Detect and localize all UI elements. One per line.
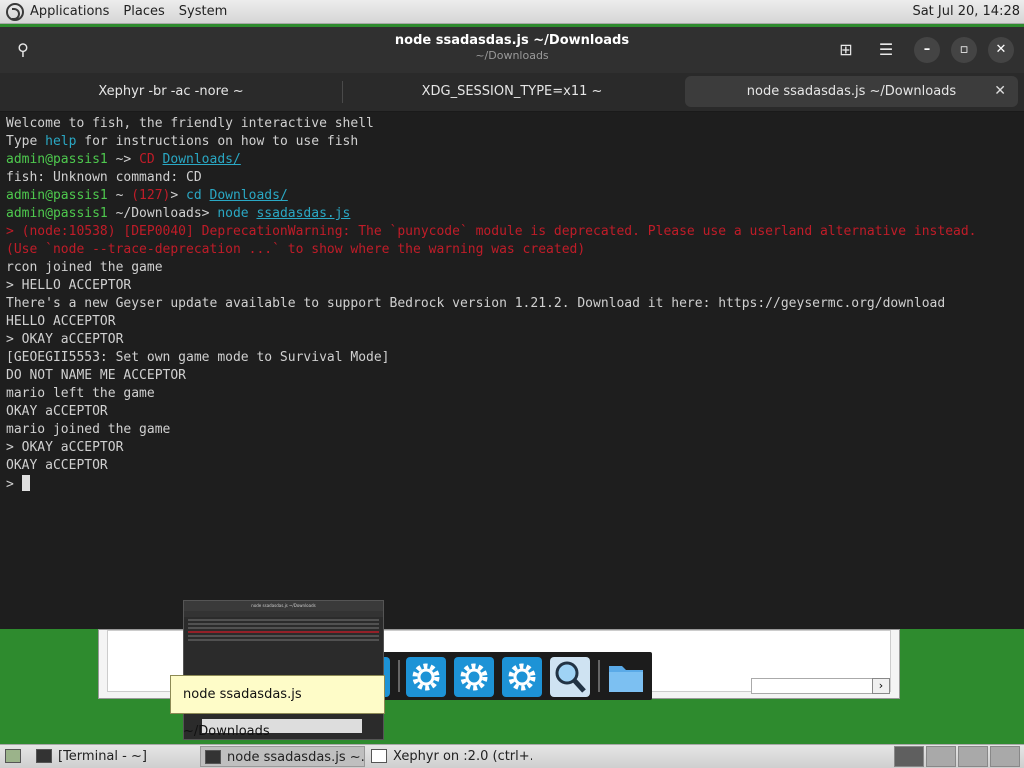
terminal-output[interactable]: Welcome to fish, the friendly interactiv… — [0, 112, 1024, 629]
output-line: fish: Unknown command: CD — [6, 170, 202, 185]
tab-label: XDG_SESSION_TYPE=x11 ~ — [421, 84, 603, 99]
output-line: > OKAY aCCEPTOR — [6, 332, 124, 347]
output-line: Welcome to fish, the friendly interactiv… — [6, 116, 374, 131]
task-label: node ssadasdas.js ~... — [227, 750, 365, 765]
preview-line — [188, 639, 379, 641]
taskbar-tooltip: node ssadasdas.js ~/Downloads — [170, 675, 385, 739]
terminal-icon — [205, 750, 221, 764]
preview-line — [188, 631, 379, 633]
gear-icon[interactable] — [406, 657, 446, 697]
tab-bar: Xephyr -br -ac -nore ~ XDG_SESSION_TYPE=… — [0, 73, 1024, 112]
prompt-line: admin@passis1 ~ (127)> cd Downloads/ — [6, 188, 288, 203]
task-terminal[interactable]: [Terminal - ~] — [32, 746, 197, 767]
tab-label: Xephyr -br -ac -nore ~ — [98, 84, 244, 99]
task-label: Xephyr on :2.0 (ctrl+... — [393, 749, 532, 764]
output-line: HELLO ACCEPTOR — [6, 314, 116, 329]
desktop-icon — [5, 749, 21, 763]
text-cursor — [21, 475, 30, 491]
preview-line — [188, 635, 379, 637]
dock — [372, 652, 652, 700]
menu-system[interactable]: System — [179, 2, 227, 22]
preview-line — [188, 619, 379, 621]
minimize-button[interactable]: – — [914, 37, 940, 63]
workspace-4[interactable] — [990, 746, 1020, 767]
top-panel: Applications Places System Sat Jul 20, 1… — [0, 0, 1024, 24]
preview-line — [188, 623, 379, 625]
window-title: node ssadasdas.js ~/Downloads — [394, 33, 630, 48]
new-tab-icon[interactable]: ⊞ — [833, 37, 859, 63]
window-subtitle: ~/Downloads — [475, 49, 549, 62]
folder-icon[interactable] — [606, 657, 646, 697]
preview-tabs — [184, 611, 383, 617]
task-node[interactable]: node ssadasdas.js ~... — [200, 746, 365, 767]
terminal-window: ⚲ node ssadasdas.js ~/Downloads ~/Downlo… — [0, 27, 1024, 629]
task-label: [Terminal - ~] — [58, 749, 147, 764]
gear-icon[interactable] — [454, 657, 494, 697]
output-line: There's a new Geyser update available to… — [6, 296, 946, 311]
distro-logo-icon[interactable] — [6, 3, 24, 21]
tab-label: node ssadasdas.js ~/Downloads — [746, 84, 957, 99]
warning-line: > (node:10538) [DEP0040] DeprecationWarn… — [6, 224, 977, 239]
show-desktop-icon[interactable] — [2, 746, 26, 767]
dock-separator — [598, 660, 600, 692]
maximize-button[interactable]: ▫ — [951, 37, 977, 63]
output-line: rcon joined the game — [6, 260, 163, 275]
menu-places[interactable]: Places — [123, 2, 164, 22]
tab-xephyr[interactable]: Xephyr -br -ac -nore ~ — [0, 73, 342, 111]
tab-close-icon[interactable]: ✕ — [994, 76, 1006, 107]
xephyr-scrollbar[interactable] — [751, 678, 885, 694]
output-line: > OKAY aCCEPTOR — [6, 440, 124, 455]
workspace-1[interactable] — [894, 746, 924, 767]
output-line: Type help for instructions on how to use… — [6, 134, 359, 149]
scroll-right-icon[interactable]: › — [872, 678, 890, 694]
preview-title: node ssadasdas.js ~/Downloads — [184, 601, 383, 611]
window-icon — [371, 749, 387, 763]
output-line: OKAY aCCEPTOR — [6, 404, 108, 419]
output-line: DO NOT NAME ME ACCEPTOR — [6, 368, 187, 383]
menu-applications[interactable]: Applications — [30, 2, 109, 22]
clock[interactable]: Sat Jul 20, 14:28 — [912, 2, 1020, 22]
hamburger-menu-icon[interactable]: ☰ — [873, 37, 899, 63]
bottom-taskbar: [Terminal - ~] node ssadasdas.js ~... Xe… — [0, 744, 1024, 768]
output-line: mario joined the game — [6, 422, 171, 437]
terminal-headerbar[interactable]: ⚲ node ssadasdas.js ~/Downloads ~/Downlo… — [0, 27, 1024, 73]
task-xephyr[interactable]: Xephyr on :2.0 (ctrl+... — [367, 746, 532, 767]
warning-line: (Use `node --trace-deprecation ...` to s… — [6, 242, 586, 257]
output-line: OKAY aCCEPTOR — [6, 458, 108, 473]
prompt-line: admin@passis1 ~> CD Downloads/ — [6, 152, 241, 167]
output-line: > HELLO ACCEPTOR — [6, 278, 132, 293]
dock-separator — [398, 660, 400, 692]
workspace-2[interactable] — [926, 746, 956, 767]
gear-icon[interactable] — [502, 657, 542, 697]
magnifier-icon[interactable] — [550, 657, 590, 697]
close-button[interactable]: ✕ — [988, 37, 1014, 63]
workspace-3[interactable] — [958, 746, 988, 767]
terminal-icon — [36, 749, 52, 763]
prompt-line: admin@passis1 ~/Downloads> node ssadasda… — [6, 206, 351, 221]
input-line[interactable]: > — [6, 475, 1018, 494]
preview-line — [188, 627, 379, 629]
output-line: [GEOEGII5553: Set own game mode to Survi… — [6, 350, 390, 365]
output-line: mario left the game — [6, 386, 155, 401]
tab-xdg-session[interactable]: XDG_SESSION_TYPE=x11 ~ — [343, 73, 681, 111]
tab-node[interactable]: node ssadasdas.js ~/Downloads ✕ — [685, 76, 1018, 107]
